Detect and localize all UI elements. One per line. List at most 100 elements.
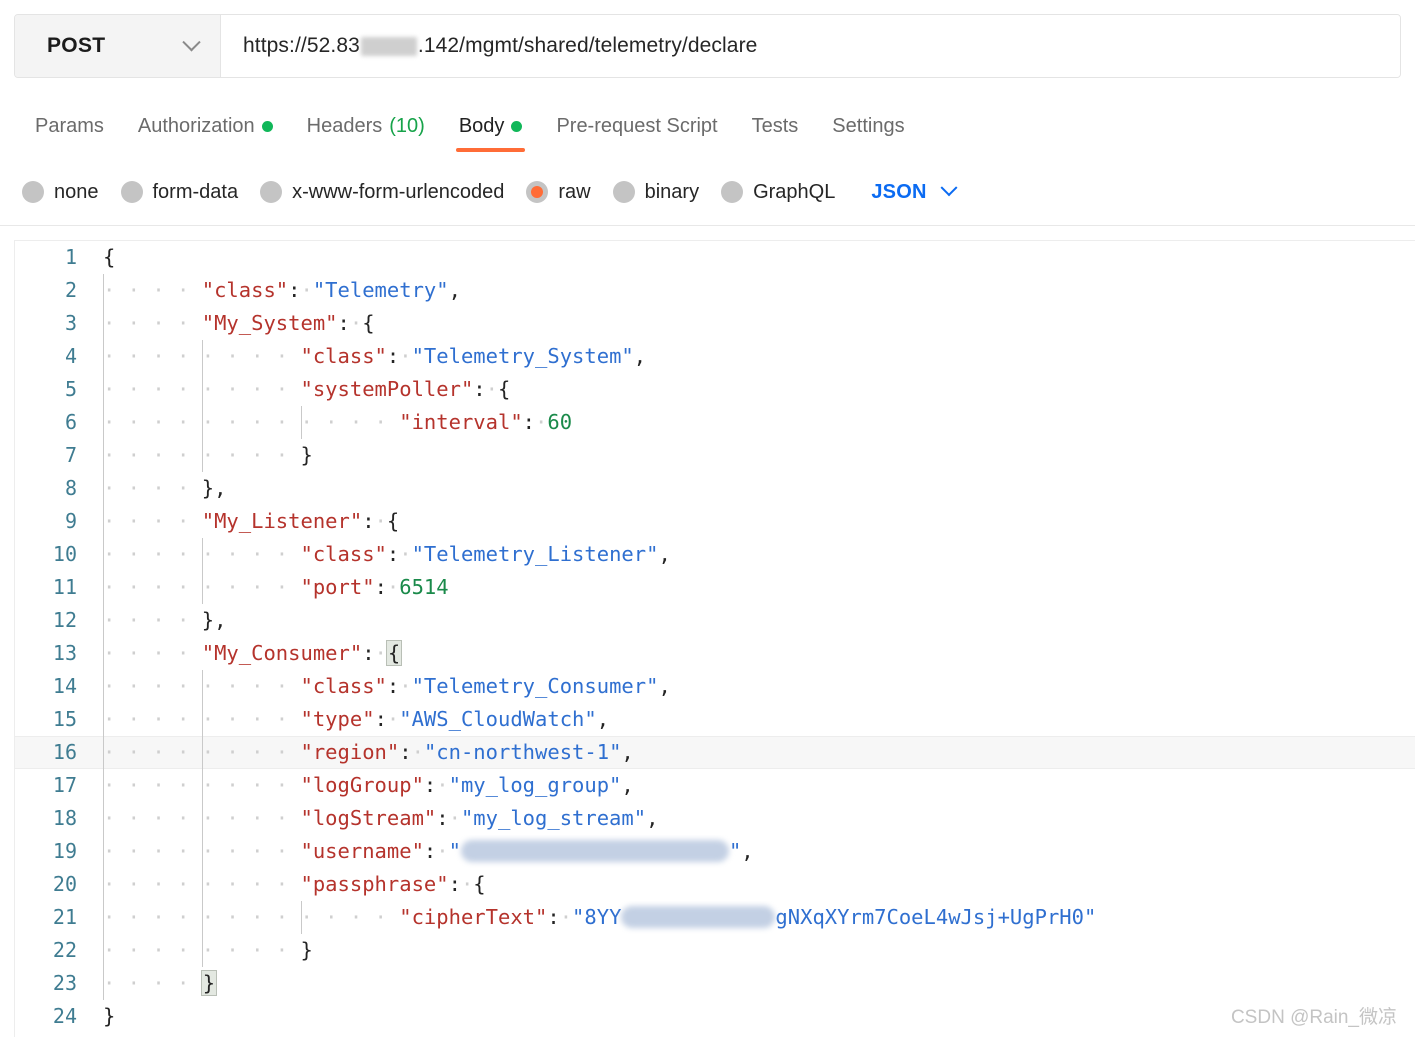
code-content[interactable]: · · · · · · · · · · · · "cipherText":·"8…: [93, 901, 1415, 934]
code-content[interactable]: · · · · "My_Consumer":·{: [93, 637, 1415, 670]
code-content[interactable]: }: [93, 1000, 1415, 1033]
code-line[interactable]: 16 · · · · · · · · "region":·"cn-northwes…: [15, 736, 1415, 769]
tab-headers[interactable]: Headers (10): [290, 100, 442, 152]
code-content[interactable]: {: [93, 241, 1415, 274]
body-type-urlencoded[interactable]: x-www-form-urlencoded: [260, 181, 504, 204]
line-number: 16: [52, 740, 77, 764]
body-type-binary[interactable]: binary: [612, 181, 699, 204]
code-line[interactable]: 11 · · · · · · · · "port":·6514: [15, 571, 1415, 604]
indent-guide: · · · ·: [201, 802, 301, 835]
code-content[interactable]: · · · · "class":·"Telemetry",: [93, 274, 1415, 307]
indent-guide: · · · ·: [103, 736, 202, 769]
tab-params[interactable]: Params: [18, 100, 121, 152]
radio-icon[interactable]: [120, 181, 143, 203]
code-line[interactable]: 14 · · · · · · · · "class":·"Telemetry_Co…: [15, 670, 1415, 703]
code-line[interactable]: 20 · · · · · · · · "passphrase":·{: [15, 868, 1415, 901]
json-body-editor[interactable]: 1{2 · · · · "class":·"Telemetry", 3 · · · ·…: [14, 240, 1415, 1037]
active-tab-underline: [455, 148, 526, 152]
json-key: "My_Consumer": [201, 641, 363, 665]
indent-guide: · · · ·: [103, 769, 202, 802]
tab-body[interactable]: Body: [442, 100, 540, 152]
code-line[interactable]: 5 · · · · · · · · "systemPoller":·{: [15, 373, 1415, 406]
code-line[interactable]: 22 · · · · · · · · }: [15, 934, 1415, 967]
code-content[interactable]: · · · · },: [93, 604, 1415, 637]
tab-pre-request-script[interactable]: Pre-request Script: [539, 100, 734, 152]
tab-tests[interactable]: Tests: [735, 100, 816, 152]
code-line[interactable]: 21 · · · · · · · · · · · · "cipherText":·…: [15, 901, 1415, 934]
code-content[interactable]: · · · · · · · · "username":·" ",: [93, 835, 1415, 868]
json-brace: }: [103, 1004, 116, 1028]
code-line[interactable]: 17 · · · · · · · · "logGroup":·"my_log_gr…: [15, 769, 1415, 802]
code-content[interactable]: · · · · · · · · }: [93, 934, 1415, 967]
request-url-input[interactable]: https://52.83 .142/mgmt/shared/telemetry/…: [221, 15, 1400, 77]
line-number: 8: [64, 476, 77, 500]
code-line[interactable]: 4 · · · · · · · · "class":·"Telemetry_Sys…: [15, 340, 1415, 373]
code-content[interactable]: · · · · · · · · "logGroup":·"my_log_grou…: [93, 769, 1415, 802]
radio-icon[interactable]: [22, 181, 44, 203]
code-line[interactable]: 7 · · · · · · · · }: [15, 439, 1415, 472]
json-brace: }: [300, 938, 313, 962]
code-line[interactable]: 18 · · · · · · · · "logStream":·"my_log_s…: [15, 802, 1415, 835]
code-content[interactable]: · · · · · · · · "systemPoller":·{: [93, 373, 1415, 406]
code-content[interactable]: · · · · · · · · "passphrase":·{: [93, 868, 1415, 901]
json-string: ": [448, 839, 461, 863]
code-line[interactable]: 3 · · · · "My_System":·{: [15, 307, 1415, 340]
tab-params-label: Params: [35, 114, 104, 137]
code-content[interactable]: · · · · · · · · "port":·6514: [93, 571, 1415, 604]
body-type-graphql[interactable]: GraphQL: [721, 181, 835, 204]
code-line[interactable]: 12 · · · · },: [15, 604, 1415, 637]
code-line[interactable]: 23 · · · · }: [15, 967, 1415, 1000]
tab-settings[interactable]: Settings: [815, 100, 921, 152]
line-number: 4: [64, 344, 77, 368]
radio-icon[interactable]: [612, 181, 635, 203]
url-redaction-block: [360, 36, 417, 56]
body-type-form-data[interactable]: form-data: [120, 181, 238, 204]
code-content[interactable]: · · · · "My_Listener":·{: [93, 505, 1415, 538]
indent-guide: · · · ·: [201, 901, 301, 934]
indent-guide: · · · ·: [201, 934, 301, 967]
indent-guide: · · · ·: [103, 571, 202, 604]
radio-icon[interactable]: [721, 181, 744, 203]
code-content[interactable]: · · · · · · · · · · · · "interval":·60: [93, 406, 1415, 439]
json-brace: {: [386, 509, 400, 533]
code-line[interactable]: 9 · · · · "My_Listener":·{: [15, 505, 1415, 538]
code-line[interactable]: 10 · · · · · · · · "class":·"Telemetry_Li…: [15, 538, 1415, 571]
code-content[interactable]: · · · · },: [93, 472, 1415, 505]
body-type-none[interactable]: none: [22, 181, 99, 204]
code-line[interactable]: 19 · · · · · · · · "username":·" ",: [15, 835, 1415, 868]
indent-guide: · · · ·: [201, 571, 301, 604]
tab-tests-label: Tests: [751, 114, 799, 137]
indent-guide: · · · ·: [103, 538, 202, 571]
http-method-dropdown[interactable]: POST: [15, 15, 221, 77]
code-line[interactable]: 8 · · · · },: [15, 472, 1415, 505]
code-content[interactable]: · · · · · · · · "region":·"cn-northwest-…: [93, 736, 1415, 769]
json-brace: {: [473, 872, 486, 896]
code-line[interactable]: 2 · · · · "class":·"Telemetry",: [15, 274, 1415, 307]
code-line[interactable]: 1{: [15, 241, 1415, 274]
body-type-raw[interactable]: raw: [526, 180, 591, 204]
code-content[interactable]: · · · · · · · · "logStream":·"my_log_str…: [93, 802, 1415, 835]
body-format-dropdown[interactable]: JSON: [871, 179, 958, 204]
code-line[interactable]: 6 · · · · · · · · · · · · "interval":·60: [15, 406, 1415, 439]
code-line[interactable]: 15 · · · · · · · · "type":·"AWS_CloudWatc…: [15, 703, 1415, 736]
code-content[interactable]: · · · · · · · · "class":·"Telemetry_List…: [93, 538, 1415, 571]
code-line[interactable]: 24}: [15, 1000, 1415, 1033]
json-key: "class": [201, 278, 289, 302]
code-content[interactable]: · · · · · · · · "type":·"AWS_CloudWatch"…: [93, 703, 1415, 736]
status-dot-icon: [511, 120, 523, 132]
radio-icon-selected[interactable]: [526, 181, 549, 203]
indent-guide: · · · ·: [201, 736, 301, 769]
code-content[interactable]: · · · · · · · · "class":·"Telemetry_Syst…: [93, 340, 1415, 373]
json-string: "Telemetry_Listener": [411, 542, 659, 566]
code-content[interactable]: · · · · · · · · "class":·"Telemetry_Cons…: [93, 670, 1415, 703]
tab-headers-count: (10): [389, 114, 425, 137]
radio-icon[interactable]: [260, 181, 283, 203]
body-type-raw-label: raw: [558, 180, 591, 203]
json-key: "username": [300, 839, 424, 863]
code-content[interactable]: · · · · "My_System":·{: [93, 307, 1415, 340]
request-url-bar: POST https://52.83 .142/mgmt/shared/telem…: [14, 14, 1401, 78]
tab-authorization[interactable]: Authorization: [121, 100, 290, 152]
code-content[interactable]: · · · · · · · · }: [93, 439, 1415, 472]
code-content[interactable]: · · · · }: [93, 967, 1415, 1000]
code-line[interactable]: 13 · · · · "My_Consumer":·{: [15, 637, 1415, 670]
